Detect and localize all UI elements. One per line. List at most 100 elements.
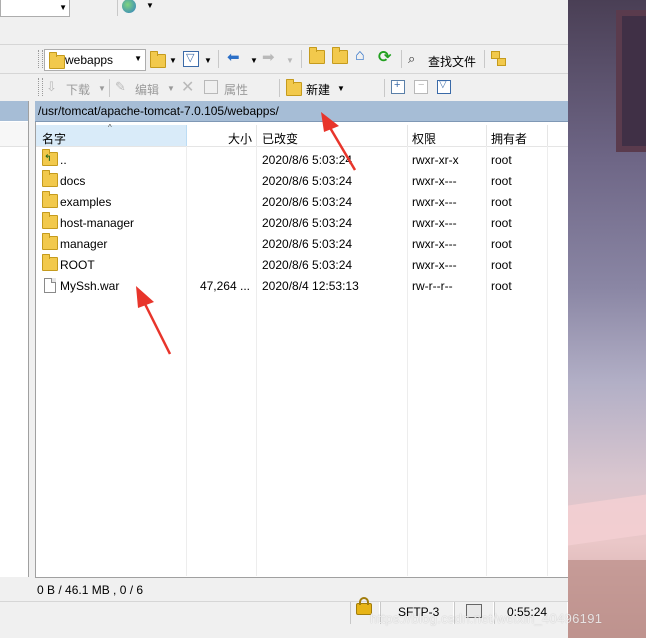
local-panel [0, 101, 29, 577]
properties-icon [204, 80, 218, 94]
remote-path-text: /usr/tomcat/apache-tomcat-7.0.105/webapp… [38, 104, 279, 118]
sort-ascending-icon: ^ [108, 123, 112, 132]
minus-icon: − [418, 79, 425, 91]
synchronize-button[interactable] [491, 51, 506, 66]
file-owner: root [491, 153, 512, 167]
forward-button[interactable]: ➡ [262, 48, 275, 66]
file-modified: 2020/8/6 5:03:24 [262, 195, 353, 209]
parent-directory-button[interactable] [309, 47, 325, 64]
top-strip: ▼ ▼ [0, 0, 568, 22]
chevron-down-icon[interactable]: ▼ [286, 56, 294, 65]
filter-icon: ▽ [439, 79, 447, 90]
home-button[interactable]: ⌂ [355, 47, 365, 65]
file-owner: root [491, 258, 512, 272]
annotation-arrow-shaft [327, 125, 357, 171]
filter-button[interactable]: ▽ [183, 51, 199, 67]
toolbar-grip[interactable] [38, 78, 43, 96]
watermark-text: https://blog.csdn.net/weixin_40496191 [370, 611, 603, 626]
file-name: MySsh.war [60, 279, 120, 293]
download-button[interactable]: ⇩ 下载 ▼ [46, 79, 106, 97]
chevron-down-icon[interactable]: ▼ [169, 56, 177, 65]
file-row[interactable]: docs 2020/8/6 5:03:24 rwxr-x--- root [36, 170, 568, 191]
download-label: 下载 [66, 83, 91, 97]
chevron-down-icon[interactable]: ▼ [250, 56, 258, 65]
file-row[interactable]: examples 2020/8/6 5:03:24 rwxr-x--- root [36, 191, 568, 212]
edit-icon: ✎ [115, 79, 126, 94]
file-permissions: rwxr-x--- [412, 174, 457, 188]
background-decoration [568, 560, 646, 638]
filter-icon: ▽ [186, 52, 195, 64]
remote-file-list[interactable]: ^ 名字 大小 已改变 权限 拥有者 ↰ .. 2020/8/6 5:03:24… [35, 122, 568, 578]
file-permissions: rwxr-xr-x [412, 153, 459, 167]
binoculars-icon: ⌕ [408, 51, 416, 66]
new-button[interactable]: 新建 ▼ [286, 79, 346, 97]
chevron-down-icon: ▼ [59, 3, 67, 12]
column-size[interactable]: 大小 [187, 125, 256, 146]
download-icon: ⇩ [46, 79, 57, 94]
file-name: ROOT [60, 258, 95, 272]
root-folder-icon [332, 47, 348, 64]
divider [0, 44, 568, 45]
properties-button[interactable]: 属性 [204, 79, 274, 97]
globe-icon[interactable] [122, 0, 136, 13]
properties-label: 属性 [224, 83, 249, 97]
background-decoration [568, 494, 646, 546]
file-permissions: rwxr-x--- [412, 216, 457, 230]
column-owner-label: 拥有者 [491, 132, 528, 146]
file-name: host-manager [60, 216, 135, 230]
file-manager-window: ▼ ▼ webapps ▼ ▼ ▽ ▼ ⬅ ▼ ➡ ▼ ⌂ ⟳ ⌕ 查找文件 ⇩… [0, 0, 568, 638]
folder-icon [42, 170, 58, 187]
file-row[interactable]: manager 2020/8/6 5:03:24 rwxr-x--- root [36, 233, 568, 254]
file-name: manager [60, 237, 108, 251]
desktop-background [568, 0, 646, 638]
file-row[interactable]: host-manager 2020/8/6 5:03:24 rwxr-x--- … [36, 212, 568, 233]
column-name-label: 名字 [42, 132, 67, 146]
file-size: 47,264 ... [199, 279, 250, 293]
divider [0, 73, 568, 74]
folder-icon [42, 191, 58, 208]
collapse-button[interactable]: − [414, 79, 428, 94]
chevron-down-icon[interactable]: ▼ [204, 56, 212, 65]
file-row-parent[interactable]: ↰ .. 2020/8/6 5:03:24 rwxr-xr-x root [36, 149, 568, 170]
file-permissions: rwxr-x--- [412, 195, 457, 209]
file-modified: 2020/8/4 12:53:13 [262, 279, 359, 293]
file-permissions: rwxr-x--- [412, 258, 457, 272]
divider [279, 79, 280, 97]
delete-button[interactable]: ✕ [181, 77, 194, 97]
column-name[interactable]: ^ 名字 [36, 123, 187, 146]
toolbar-grip[interactable] [38, 50, 43, 68]
open-folder-button[interactable] [149, 51, 166, 68]
local-drive-combo[interactable]: ▼ [0, 0, 70, 17]
file-row-war[interactable]: MySsh.war 47,264 ... 2020/8/4 12:53:13 r… [36, 275, 568, 296]
new-folder-icon [286, 79, 302, 96]
column-owner[interactable]: 拥有者 [487, 125, 547, 146]
file-modified: 2020/8/6 5:03:24 [262, 216, 353, 230]
refresh-button[interactable]: ⟳ [378, 47, 391, 67]
column-divider[interactable] [547, 125, 548, 146]
find-files-label: 查找文件 [428, 55, 477, 69]
annotation-arrow [321, 112, 357, 171]
remote-path-combo[interactable]: webapps ▼ [44, 49, 146, 71]
file-owner: root [491, 195, 512, 209]
file-row[interactable]: ROOT 2020/8/6 5:03:24 rwxr-x--- root [36, 254, 568, 275]
chevron-down-icon: ▼ [134, 54, 142, 63]
divider [109, 79, 110, 97]
filter-view-button[interactable]: ▽ [437, 79, 451, 94]
divider [401, 50, 402, 68]
file-modified: 2020/8/6 5:03:24 [262, 237, 353, 251]
find-files-button[interactable]: ⌕ 查找文件 [406, 49, 482, 69]
column-header: ^ 名字 大小 已改变 权限 拥有者 [36, 123, 568, 147]
file-owner: root [491, 174, 512, 188]
back-button[interactable]: ⬅ [227, 48, 240, 66]
remote-path-bar: /usr/tomcat/apache-tomcat-7.0.105/webapp… [35, 101, 568, 122]
root-directory-button[interactable] [332, 47, 348, 64]
file-name: docs [60, 174, 86, 188]
expand-button[interactable]: + [391, 79, 405, 94]
edit-button[interactable]: ✎ 编辑 ▼ [115, 79, 177, 97]
annotation-arrow-shaft [142, 301, 172, 355]
file-permissions: rwxr-x--- [412, 237, 457, 251]
file-permissions: rw-r--r-- [412, 279, 453, 293]
column-permissions[interactable]: 权限 [408, 125, 486, 146]
chevron-down-icon: ▼ [167, 84, 175, 93]
chevron-down-icon[interactable]: ▼ [146, 1, 154, 10]
